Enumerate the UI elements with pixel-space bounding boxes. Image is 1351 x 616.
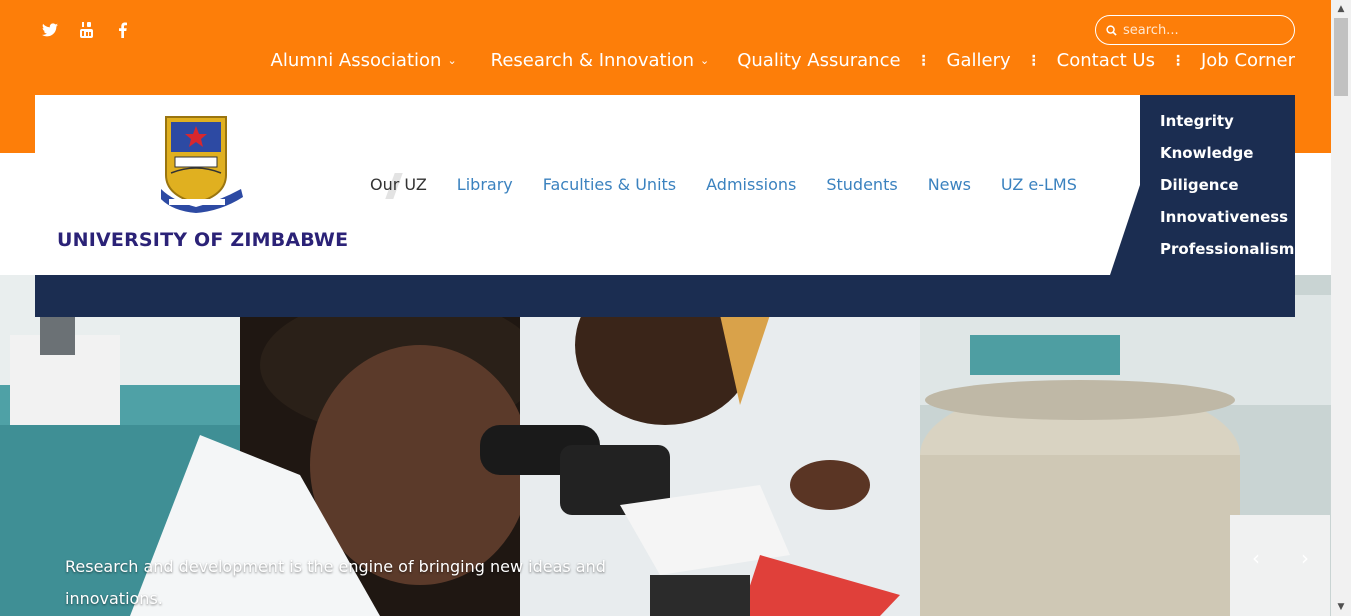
core-value-item: Professionalism [1160, 240, 1295, 258]
chevron-down-icon: ⌄ [447, 54, 457, 67]
header-underbar [35, 275, 1295, 317]
social-links [40, 20, 132, 40]
hero-slider: Research and development is the engine o… [0, 275, 1331, 616]
core-value-item: Innovativeness [1160, 208, 1289, 226]
mainnav-library[interactable]: Library [457, 175, 513, 194]
facebook-icon[interactable] [112, 20, 132, 40]
mainnav-our-uz[interactable]: Our UZ [370, 175, 427, 194]
main-header: UNIVERSITY OF ZIMBABWE Our UZ Library Fa… [35, 95, 1140, 275]
youtube-icon[interactable] [76, 20, 96, 40]
university-logo[interactable]: UNIVERSITY OF ZIMBABWE [57, 113, 348, 251]
slider-next-arrow[interactable]: › [1287, 540, 1323, 576]
core-value-item: Integrity [1160, 112, 1234, 130]
separator-icon: ⋮ [1026, 52, 1041, 69]
search-input[interactable] [1123, 22, 1283, 38]
hero-caption: Research and development is the engine o… [65, 557, 606, 608]
mainnav-admissions[interactable]: Admissions [706, 175, 796, 194]
scrollbar-thumb[interactable] [1334, 18, 1348, 96]
topnav-research-innovation[interactable]: Research & Innovation ⌄ [491, 50, 710, 71]
topnav-gallery[interactable]: Gallery [947, 50, 1011, 71]
chevron-down-icon: ⌄ [700, 54, 710, 67]
page-scrollbar[interactable]: ▲ ▼ [1331, 0, 1351, 616]
topnav-job-corner[interactable]: Job Corner [1201, 50, 1295, 71]
twitter-icon[interactable] [40, 20, 60, 40]
topnav-alumni-label: Alumni Association [270, 50, 442, 71]
slider-prev-arrow[interactable]: ‹ [1238, 540, 1274, 576]
topnav-quality-assurance[interactable]: Quality Assurance [737, 50, 900, 71]
search-icon [1106, 21, 1117, 40]
mainnav-news[interactable]: News [928, 175, 971, 194]
separator-icon: ⋮ [1170, 52, 1185, 69]
mainnav-uz-elms[interactable]: UZ e-LMS [1001, 175, 1077, 194]
core-values-list: Integrity Knowledge Diligence Innovative… [1160, 111, 1294, 271]
mainnav-students[interactable]: Students [826, 175, 897, 194]
topnav-alumni-association[interactable]: Alumni Association ⌄ [271, 50, 457, 71]
main-navigation: Our UZ Library Faculties & Units Admissi… [370, 175, 1077, 194]
scroll-down-arrow-icon[interactable]: ▼ [1331, 598, 1351, 616]
university-name: UNIVERSITY OF ZIMBABWE [57, 229, 349, 251]
scroll-up-arrow-icon[interactable]: ▲ [1331, 0, 1351, 18]
separator-icon: ⋮ [916, 52, 931, 69]
mainnav-faculties-units[interactable]: Faculties & Units [543, 175, 676, 194]
search-box[interactable] [1095, 15, 1295, 45]
top-navigation: Alumni Association ⌄ Research & Innovati… [271, 50, 1295, 71]
topnav-contact-us[interactable]: Contact Us [1057, 50, 1155, 71]
crest-icon [161, 116, 243, 213]
core-value-item: Knowledge [1160, 144, 1254, 162]
topnav-research-label: Research & Innovation [490, 50, 694, 71]
core-value-item: Diligence [1160, 176, 1239, 194]
